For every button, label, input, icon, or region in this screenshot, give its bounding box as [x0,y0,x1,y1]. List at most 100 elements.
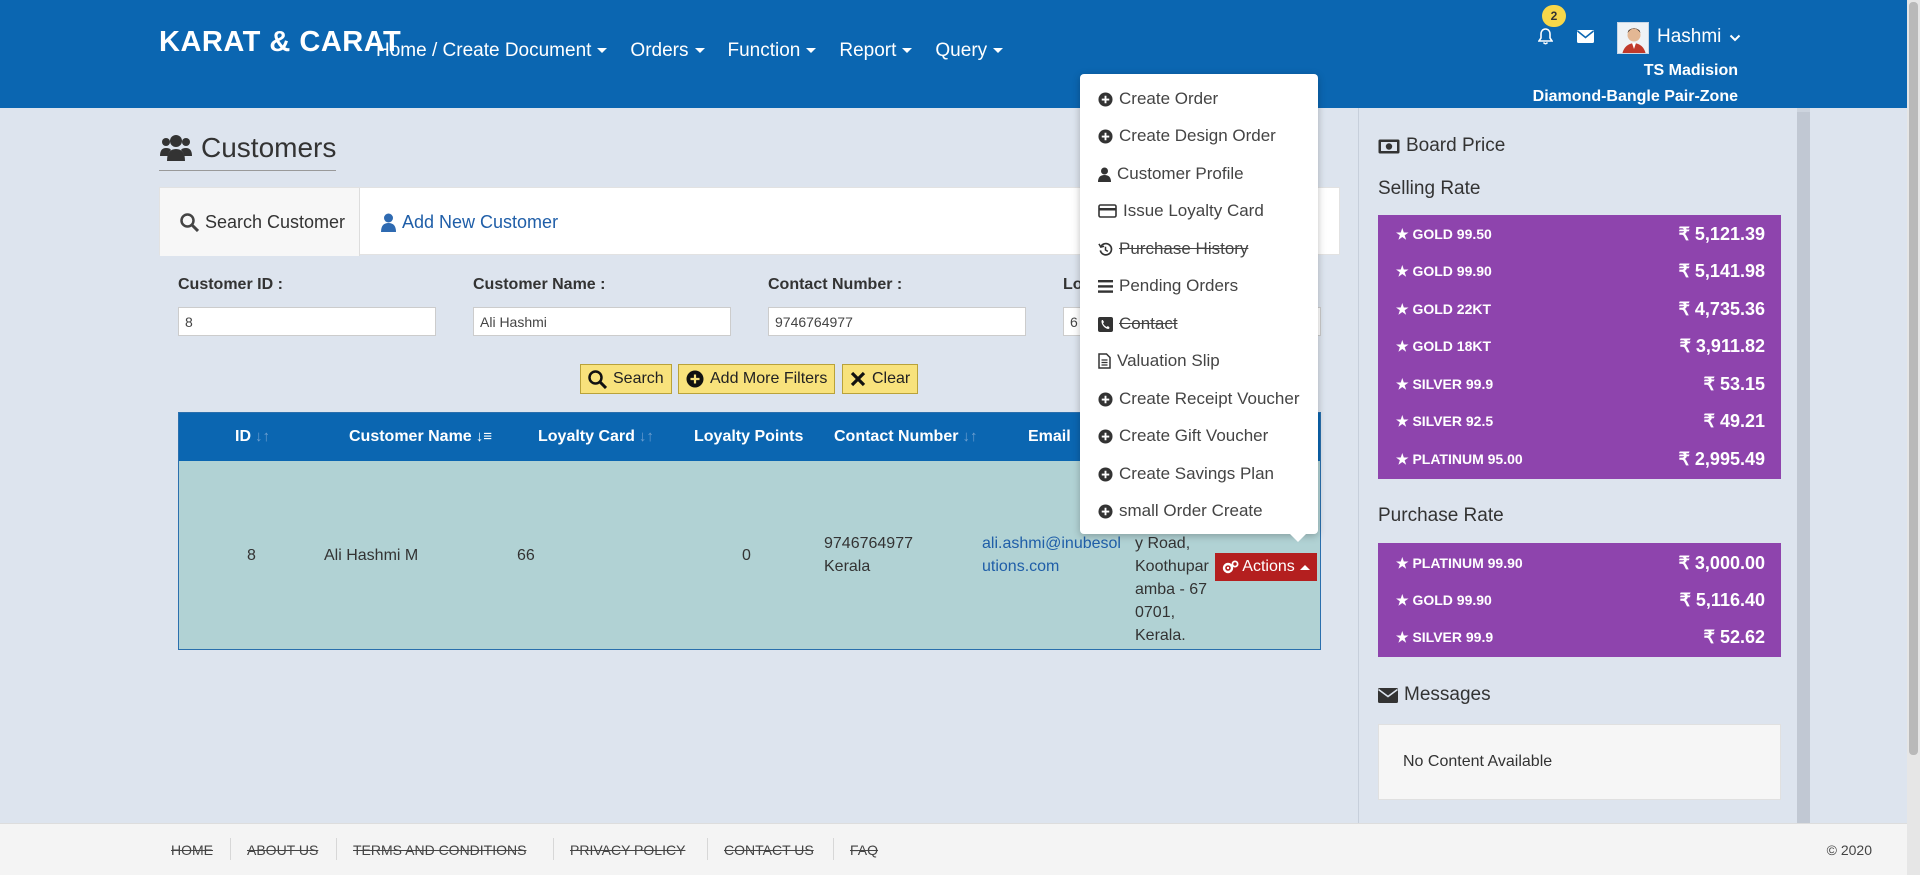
menu-item-pending-orders[interactable]: Pending Orders [1098,276,1238,296]
footer-divider [833,838,834,860]
nav-orders[interactable]: Orders [630,40,705,62]
avatar[interactable] [1617,22,1649,54]
caret-down-icon [806,48,817,54]
rate-row: ★ GOLD 99.90 ₹ 5,141.98 [1396,261,1765,281]
nav-query[interactable]: Query [935,40,1004,62]
users-icon [160,135,192,161]
column-header-customer-name[interactable]: Customer Name ↓≡ [349,428,492,446]
customer-name-input[interactable] [473,307,731,336]
search-icon [588,369,607,389]
selling-rate-box: ★ GOLD 99.50 ₹ 5,121.39 ★ GOLD 99.90 ₹ 5,1… [1378,215,1781,479]
sort-icon: ↓↑ [962,428,978,445]
cell-address: y Road, Koothupar amba - 67 0701, Kerala… [1135,535,1209,644]
clear-button[interactable]: Clear [842,364,919,394]
menu-item-create-receipt-voucher[interactable]: Create Receipt Voucher [1098,389,1300,409]
close-icon [850,371,866,387]
chevron-down-icon [1729,34,1740,42]
menu-item-create-design-order[interactable]: Create Design Order [1098,126,1276,146]
user-icon [1098,167,1111,182]
rate-row: ★ SILVER 92.5 ₹ 49.21 [1396,411,1765,431]
sort-ascending-icon: ↓≡ [475,428,492,445]
caret-down-icon [597,48,608,54]
rate-row: ★ PLATINUM 99.90 ₹ 3,000.00 [1396,553,1765,573]
rate-row: ★ SILVER 99.9 ₹ 52.62 [1396,627,1765,647]
menu-item-small-order-create[interactable]: small Order Create [1098,501,1263,521]
nav-home-create-document[interactable]: Home / Create Document [376,40,608,62]
footer-link-home[interactable]: HOME [171,842,213,858]
menu-item-customer-profile[interactable]: Customer Profile [1098,164,1244,184]
footer-divider [230,838,231,860]
column-header-email[interactable]: Email [1028,428,1071,446]
selling-rate-heading: Selling Rate [1378,178,1481,199]
column-header-loyalty-card[interactable]: Loyalty Card ↓↑ [538,428,654,446]
footer-divider [553,838,554,860]
rate-row: ★ GOLD 99.50 ₹ 5,121.39 [1396,224,1765,244]
plus-circle-icon [1098,503,1113,519]
sort-icon: ↓↑ [255,428,270,445]
menu-item-contact[interactable]: Contact [1098,314,1178,334]
menu-item-issue-loyalty-card[interactable]: Issue Loyalty Card [1098,201,1264,221]
purchase-rate-heading: Purchase Rate [1378,505,1504,526]
rate-row: ★ GOLD 22KT ₹ 4,735.36 [1396,299,1765,319]
envelope-icon[interactable] [1576,30,1595,48]
column-header-contact-number[interactable]: Contact Number ↓↑ [834,428,977,446]
tab-search-customer[interactable]: Search Customer [160,188,360,256]
purchase-rate-box: ★ PLATINUM 99.90 ₹ 3,000.00 ★ GOLD 99.90 ₹… [1378,543,1781,657]
cell-email-link[interactable]: ali.ashmi@inubesol utions.com [982,532,1121,578]
actions-button[interactable]: Actions [1215,553,1317,581]
contact-number-input[interactable] [768,307,1026,336]
menu-item-purchase-history[interactable]: Purchase History [1098,239,1248,259]
footer-link-about-us[interactable]: ABOUT US [247,842,318,858]
credit-card-icon [1098,204,1117,218]
search-icon [180,212,199,232]
envelope-icon [1378,687,1398,703]
plus-circle-icon [1098,391,1113,407]
nav-report[interactable]: Report [839,40,913,62]
copyright: © 2020 [1826,842,1872,858]
rate-row: ★ SILVER 99.9 ₹ 53.15 [1396,374,1765,394]
plus-circle-icon [1098,128,1113,144]
customer-id-input[interactable] [178,307,436,336]
page-title: Customers [159,132,337,171]
footer-link-privacy-policy[interactable]: PRIVACY POLICY [570,842,685,858]
menu-item-create-order[interactable]: Create Order [1098,89,1218,109]
search-button[interactable]: Search [580,364,672,394]
footer-link-terms[interactable]: TERMS AND CONDITIONS [353,842,526,858]
cell-customer-name: Ali Hashmi M [324,547,419,564]
footer-link-contact-us[interactable]: CONTACT US [724,842,814,858]
user-menu[interactable]: Hashmi [1657,26,1741,48]
main-nav: Home / Create Document Orders Function R… [376,40,1026,62]
notification-count-badge: 2 [1542,5,1566,27]
menu-item-create-gift-voucher[interactable]: Create Gift Voucher [1098,426,1268,446]
page-scrollbar-thumb[interactable] [1909,2,1918,755]
messages-heading: Messages [1378,684,1491,706]
cell-loyalty-points: 0 [742,547,751,564]
list-icon [1098,279,1113,293]
top-navbar: KARAT & CARAT Home / Create Document Ord… [0,0,1920,108]
footer: HOME ABOUT US TERMS AND CONDITIONS PRIVA… [0,823,1907,875]
add-more-filters-button[interactable]: Add More Filters [678,364,836,394]
rate-row: ★ GOLD 18KT ₹ 3,911.82 [1396,336,1765,356]
menu-item-valuation-slip[interactable]: Valuation Slip [1098,351,1220,371]
messages-box: No Content Available [1378,724,1781,800]
menu-item-create-savings-plan[interactable]: Create Savings Plan [1098,464,1274,484]
footer-link-faq[interactable]: FAQ [850,842,878,858]
footer-divider [707,838,708,860]
cell-contact-number: 9746764977 Kerala [824,535,913,575]
brand-logo[interactable]: KARAT & CARAT [159,26,401,59]
caret-up-icon [1299,564,1310,570]
tab-add-new-customer[interactable]: Add New Customer [381,188,558,256]
plus-circle-icon [686,370,704,388]
rate-row: ★ PLATINUM 95.00 ₹ 2,995.49 [1396,449,1765,469]
nav-function[interactable]: Function [728,40,817,62]
bell-icon[interactable] [1537,28,1554,50]
column-header-id[interactable]: ID ↓↑ [235,428,270,446]
money-bill-icon [1378,139,1400,153]
actions-dropdown-menu: Create Order Create Design Order Custome… [1080,74,1318,542]
sidebar-scrollbar-thumb[interactable] [1797,112,1810,827]
gears-icon [1223,560,1239,574]
plus-circle-icon [1098,91,1113,107]
user-icon [381,213,396,232]
caret-down-icon [993,48,1004,54]
customer-name-label: Customer Name : [473,276,606,293]
